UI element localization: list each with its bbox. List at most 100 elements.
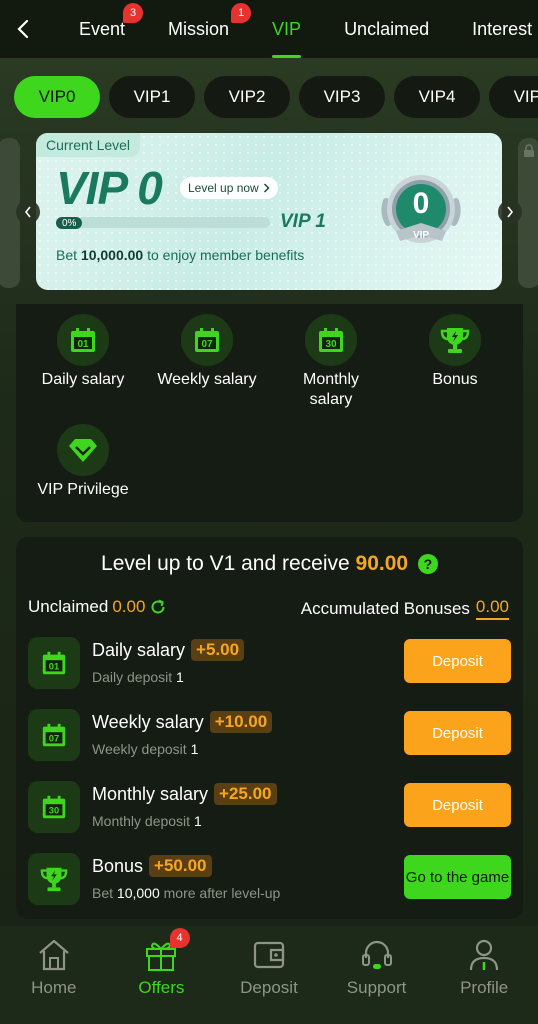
tab-interest[interactable]: Interest [472,0,532,58]
calendar-07-icon: 07 [181,314,233,366]
tab-bar: Event 3 Mission 1 VIP Unclaimed Interest [46,0,538,58]
nav-deposit[interactable]: Deposit [215,926,323,1024]
task-req-label: Monthly deposit [92,813,191,829]
tab-label: Interest [472,18,533,39]
level-up-label: Level up now [188,181,259,195]
headset-icon [361,940,392,969]
benefit-vip-privilege[interactable]: VIP Privilege [21,424,145,500]
nav-support[interactable]: Support [323,926,431,1024]
level-up-panel: Level up to V1 and receive 90.00 ? Uncla… [16,537,523,919]
task-requirement: Daily deposit 1 [92,669,184,685]
wallet-icon [253,941,285,969]
tab-label: Event [79,18,126,39]
calendar-01-icon: 01 [28,637,80,689]
back-button[interactable] [0,0,46,58]
bet-amount: 10,000.00 [80,247,144,263]
chevron-left-icon [24,206,31,218]
task-reward: +5.00 [191,639,245,661]
unclaimed-summary: Unclaimed 0.00 [28,597,167,617]
tab-mission[interactable]: Mission 1 [168,0,252,58]
nav-label: Home [31,978,77,997]
svg-text:30: 30 [325,339,337,350]
current-vip-level: VIP 0 [56,162,163,214]
trophy-icon [28,853,80,905]
unclaimed-value: 0.00 [112,597,146,616]
svg-text:01: 01 [77,339,89,350]
carousel-next-button[interactable] [498,200,522,224]
tab-event[interactable]: Event 3 [79,0,143,58]
task-name: Daily salary [92,639,186,660]
notification-badge: 3 [123,3,143,23]
help-icon[interactable]: ? [417,554,438,575]
task-reward: +50.00 [149,855,212,877]
level-up-reward-amount: 90.00 [355,552,409,575]
svg-text:30: 30 [49,806,59,816]
bottom-nav: Home 4 Offers Deposit Support Profile [0,926,538,1024]
unclaimed-label: Unclaimed [28,597,109,616]
vip-pill-4[interactable]: VIP4 [394,76,480,118]
tab-unclaimed[interactable]: Unclaimed [344,0,429,58]
vip-pill-1[interactable]: VIP1 [109,76,195,118]
refresh-icon[interactable] [149,598,167,616]
task-title: Bonus +50.00 [92,855,212,877]
carousel-prev-button[interactable] [16,200,40,224]
svg-text:07: 07 [201,339,213,350]
deposit-button[interactable]: Deposit [404,783,511,827]
task-title: Daily salary +5.00 [92,639,245,661]
home-icon [39,939,69,971]
task-req-value: 10,000 [116,885,160,901]
vip-pill-5[interactable]: VIP5 [489,76,538,118]
notification-badge: 4 [169,928,190,948]
task-bonus: Bonus +50.00 Bet 10,000 more after level… [28,851,511,907]
nav-label: Offers [138,978,185,997]
level-progress-bar [56,217,270,228]
task-req-value: 1 [190,741,199,757]
benefit-monthly-salary[interactable]: 30 Monthly salary [269,314,393,410]
calendar-30-icon: 30 [305,314,357,366]
benefits-panel: 01 Daily salary 07 Weekly salary 30 Mont… [16,304,523,522]
vip-level-card: Current Level VIP 0 Level up now 0% VIP … [36,133,502,290]
nav-home[interactable]: Home [0,926,108,1024]
vip-pill-2[interactable]: VIP2 [204,76,290,118]
deposit-button[interactable]: Deposit [404,711,511,755]
benefit-label: Weekly salary [157,371,257,388]
nav-offers[interactable]: 4 Offers [108,926,216,1024]
svg-text:01: 01 [49,662,59,672]
medal-label: VIP [412,230,430,241]
task-req-suffix: more after level-up [163,885,281,901]
chevron-right-icon [507,206,514,218]
task-weekly-salary: 07 Weekly salary +10.00 Weekly deposit 1… [28,707,511,763]
accumulated-bonuses[interactable]: Accumulated Bonuses 0.00 [301,597,509,620]
nav-label: Support [346,978,407,997]
calendar-01-icon: 01 [57,314,109,366]
vip-pill-3[interactable]: VIP3 [299,76,385,118]
task-req-value: 1 [193,813,202,829]
benefit-daily-salary[interactable]: 01 Daily salary [21,314,145,390]
tab-label: Mission [168,18,230,39]
level-up-title-text: Level up to V1 and receive [101,552,350,575]
go-to-game-button[interactable]: Go to the game [404,855,511,899]
tab-vip[interactable]: VIP [272,0,302,58]
benefit-label: VIP Privilege [37,481,129,498]
task-daily-salary: 01 Daily salary +5.00 Daily deposit 1 De… [28,635,511,691]
vip-pill-0[interactable]: VIP0 [14,76,100,118]
svg-text:07: 07 [49,734,59,744]
level-up-now-button[interactable]: Level up now [180,177,278,199]
benefit-label: Daily salary [41,371,125,388]
bet-requirement: Bet 10,000.00 to enjoy member benefits [56,247,304,263]
nav-profile[interactable]: Profile [430,926,538,1024]
task-requirement: Weekly deposit 1 [92,741,198,757]
task-title: Monthly salary +25.00 [92,783,277,805]
task-title: Weekly salary +10.00 [92,711,273,733]
lock-icon [524,144,534,157]
diamond-icon [57,424,109,476]
vip-medal-icon: 0 VIP [378,173,464,253]
chevron-right-icon [263,183,270,193]
vip-level-selector: VIP0 VIP1 VIP2 VIP3 VIP4 VIP5 [14,76,538,118]
calendar-30-icon: 30 [28,781,80,833]
benefit-weekly-salary[interactable]: 07 Weekly salary [145,314,269,390]
benefit-bonus[interactable]: Bonus [393,314,517,390]
task-name: Bonus [92,855,144,876]
deposit-button[interactable]: Deposit [404,639,511,683]
progress-percent: 0% [56,217,83,229]
